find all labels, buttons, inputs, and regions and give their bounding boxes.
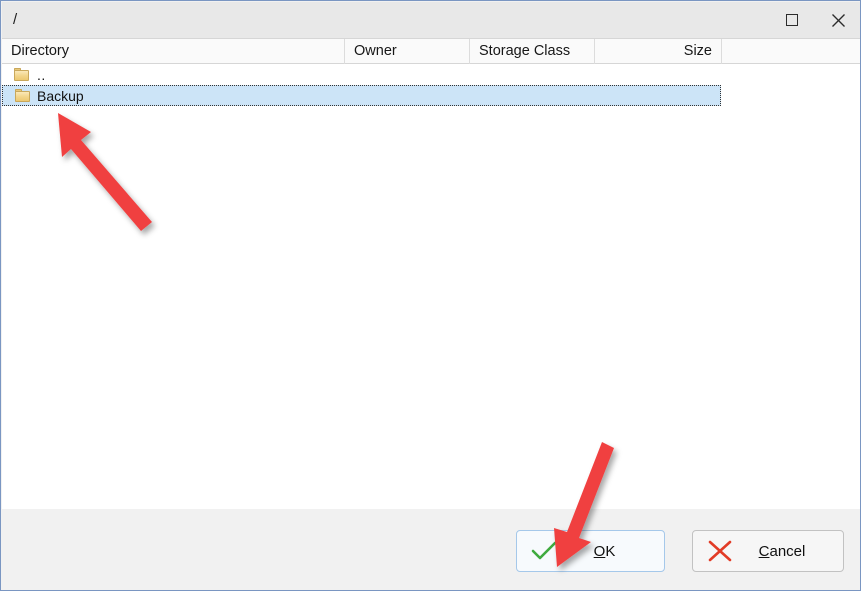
table-row[interactable]: Backup — [2, 85, 721, 106]
column-header-size[interactable]: Size — [595, 39, 722, 64]
row-label-name: .. — [37, 66, 46, 83]
column-header-storage-class-label: Storage Class — [479, 43, 571, 59]
green-check-icon — [527, 540, 561, 562]
folder-icon — [15, 89, 30, 102]
ok-button-rest: K — [605, 542, 616, 560]
cancel-button[interactable]: Cancel — [692, 530, 844, 572]
maximize-icon — [786, 14, 798, 26]
column-header-row: Directory Owner Storage Class Size — [2, 38, 860, 64]
table-row[interactable]: .. — [2, 64, 860, 85]
close-button[interactable] — [815, 2, 860, 38]
ok-button[interactable]: OK — [516, 530, 665, 572]
title-bar: / — [2, 2, 860, 38]
dialog-footer: OK Cancel — [2, 509, 860, 590]
column-header-owner[interactable]: Owner — [345, 39, 470, 64]
directory-list[interactable]: .. Backup — [2, 64, 860, 509]
column-header-directory-label: Directory — [11, 43, 70, 59]
row-label-name: Backup — [37, 87, 84, 104]
column-header-size-label: Size — [683, 43, 712, 59]
red-x-icon — [703, 539, 737, 563]
maximize-button[interactable] — [769, 2, 815, 38]
window-title: / — [13, 11, 18, 28]
cancel-button-label: Cancel — [737, 543, 843, 560]
column-header-directory[interactable]: Directory — [2, 39, 345, 64]
folder-icon — [14, 68, 29, 81]
close-icon — [831, 13, 845, 27]
ok-button-accel: O — [593, 542, 606, 560]
directory-chooser-dialog: / Directory Owner Storage Class Size .. … — [0, 0, 861, 591]
column-header-owner-label: Owner — [354, 43, 397, 59]
column-header-filler — [722, 39, 860, 64]
ok-button-label: OK — [561, 543, 664, 560]
cancel-button-rest: ancel — [769, 542, 806, 560]
column-header-storage-class[interactable]: Storage Class — [470, 39, 595, 64]
cancel-button-accel: C — [758, 542, 770, 560]
